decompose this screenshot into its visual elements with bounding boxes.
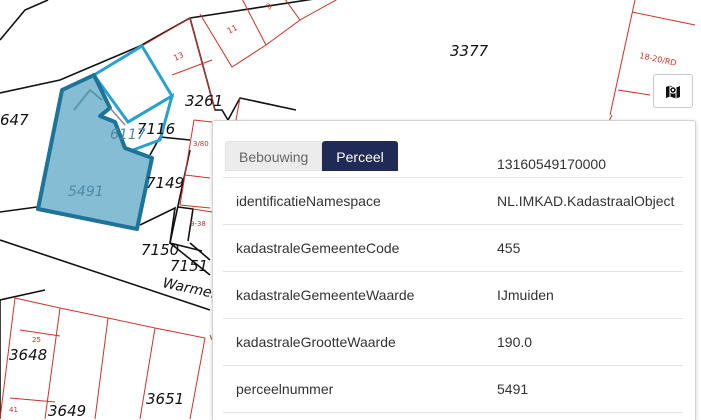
- house-number-label: 9: [265, 1, 274, 11]
- parcel-label: 3377: [450, 42, 489, 60]
- table-row: perceelnummer 5491: [223, 366, 683, 413]
- layers-button[interactable]: [653, 74, 693, 108]
- house-number-label: 3/80: [193, 140, 209, 148]
- attribute-key: perceelnummer: [236, 381, 334, 397]
- table-row: kadastraleGrootteWaarde 190.0: [223, 319, 683, 366]
- map-marker-icon: [666, 85, 680, 98]
- house-number-label: 18-20/RD: [639, 51, 678, 68]
- table-row: kadastraleGemeenteWaarde IJmuiden: [223, 272, 683, 319]
- parcel-label: 7151: [170, 257, 208, 275]
- parcel-label: 3649: [48, 402, 86, 419]
- feature-info-panel: identificatieLokaalID 13160549170000 ide…: [212, 120, 696, 420]
- parcel-label: 3648: [9, 346, 47, 364]
- parcel-label: 6117: [110, 127, 146, 143]
- house-number-label: 13: [172, 50, 185, 62]
- attribute-value: IJmuiden: [497, 287, 554, 303]
- table-row: identificatieNamespace NL.IMKAD.Kadastra…: [223, 178, 683, 225]
- attribute-key: kadastraleGemeenteCode: [236, 240, 400, 256]
- parcel-label: 3651: [146, 390, 184, 408]
- parcel-label: 3261: [185, 92, 223, 110]
- tab-perceel[interactable]: Perceel: [322, 141, 398, 171]
- house-number-label: 25: [32, 336, 41, 344]
- selected-parcel-label: 5491: [68, 184, 104, 200]
- attribute-value: 190.0: [497, 334, 533, 350]
- attribute-key: kadastraleGemeenteWaarde: [236, 287, 415, 303]
- house-number-label: 9-38: [190, 220, 206, 228]
- attribute-value: NL.IMKAD.KadastraalObject: [497, 193, 675, 209]
- attribute-table: identificatieLokaalID 13160549170000 ide…: [223, 153, 683, 413]
- house-number-label: 11: [226, 23, 239, 36]
- table-row: kadastraleGemeenteCode 455: [223, 225, 683, 272]
- house-number-label: 41: [9, 406, 18, 414]
- selected-parcel[interactable]: [36, 73, 154, 231]
- attribute-value: 455: [497, 240, 521, 256]
- parcel-label: 7149: [146, 174, 184, 192]
- panel-tabs: Bebouwing Perceel: [225, 141, 398, 171]
- attribute-value: 5491: [497, 381, 529, 397]
- attribute-value: 13160549170000: [497, 156, 607, 172]
- parcel-label: 647: [0, 111, 29, 129]
- attribute-key: kadastraleGrootteWaarde: [236, 334, 396, 350]
- tab-bebouwing[interactable]: Bebouwing: [225, 141, 323, 171]
- attribute-key: identificatieNamespace: [236, 193, 381, 209]
- street-label: Warmei: [161, 275, 217, 302]
